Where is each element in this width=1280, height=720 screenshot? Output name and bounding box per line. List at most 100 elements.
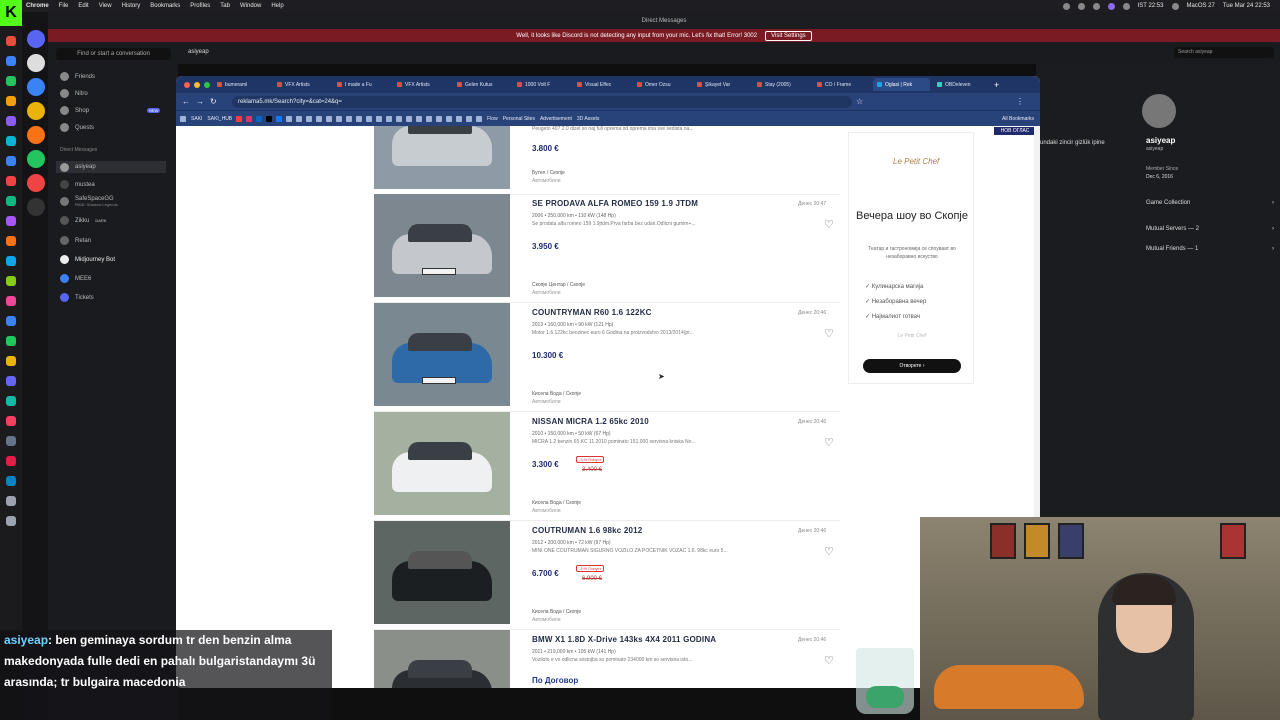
nav-quests[interactable]: Quests xyxy=(60,123,94,132)
menubar-item-edit[interactable]: Edit xyxy=(78,3,88,9)
listing-card[interactable]: COUNTRYMAN R60 1.6 122KC 2013 • 160,000 … xyxy=(374,303,840,412)
listing-card[interactable]: SE PRODAVA ALFA ROMEO 159 1.9 JTDM 2006 … xyxy=(374,194,840,303)
app-icon[interactable] xyxy=(6,356,16,366)
browser-tab[interactable]: CO / Frame xyxy=(813,78,870,91)
listing-card[interactable]: Peugeto 407 2.0 dizel so naj full oprema… xyxy=(374,126,1036,195)
dm-item-retan[interactable]: Retan xyxy=(60,236,91,245)
bookmark-icon[interactable] xyxy=(476,115,483,122)
browser-tab[interactable]: bumeraml xyxy=(213,78,270,91)
bookmark-facebook-icon[interactable] xyxy=(276,115,283,122)
app-icon[interactable] xyxy=(6,256,16,266)
browser-tab[interactable]: VFX Artists xyxy=(273,78,330,91)
menubar-app-name[interactable]: Chrome xyxy=(26,3,49,9)
listing-title[interactable]: COUTRUMAN 1.6 98kc 2012 xyxy=(532,526,642,535)
mutual-servers-row[interactable]: Mutual Servers — 2 › xyxy=(1146,226,1274,232)
app-icon[interactable] xyxy=(6,196,16,206)
browser-tab-active[interactable]: Oglasi | Rek xyxy=(873,78,930,91)
forward-icon[interactable]: → xyxy=(196,97,204,106)
dm-item-mustea[interactable]: mustea xyxy=(60,180,95,189)
menubar-item-help[interactable]: Help xyxy=(271,3,283,9)
app-icon[interactable] xyxy=(6,496,16,506)
app-icon[interactable] xyxy=(6,376,16,386)
bookmark-linkedin-icon[interactable] xyxy=(256,115,263,122)
find-conversation-input[interactable]: Find or start a conversation xyxy=(56,48,171,60)
app-icon[interactable] xyxy=(6,36,16,46)
visit-settings-button[interactable]: Visit Settings xyxy=(765,30,812,41)
discord-home-icon[interactable] xyxy=(27,30,45,48)
bookmark-saki[interactable]: SAKI xyxy=(191,116,202,122)
browser-tab[interactable]: 1000 Volt F xyxy=(513,78,570,91)
browser-tab[interactable]: Şikayet Var xyxy=(693,78,750,91)
bookmark-saki-hub[interactable]: SAKI_HUB xyxy=(207,116,232,122)
bookmark-icon[interactable] xyxy=(286,115,293,122)
app-icon[interactable] xyxy=(6,216,16,226)
server-icon[interactable] xyxy=(27,54,45,72)
listing-title[interactable]: NISSAN MICRA 1.2 65kc 2010 xyxy=(532,417,649,426)
bookmark-icon[interactable] xyxy=(436,115,443,122)
menubar-clock[interactable]: Tue Mar 24 22:53 xyxy=(1223,3,1270,9)
server-icon[interactable] xyxy=(27,102,45,120)
mutual-friends-row[interactable]: Mutual Friends — 1 › xyxy=(1146,246,1274,252)
status-icon[interactable] xyxy=(1092,2,1100,10)
favorite-heart-icon[interactable]: ♡ xyxy=(824,436,834,449)
browser-tab[interactable]: I made a Fu xyxy=(333,78,390,91)
app-icon[interactable] xyxy=(6,116,16,126)
chrome-menu-icon[interactable]: ⋮ xyxy=(1016,97,1024,106)
listing-title[interactable]: BMW X1 1.8D X-Drive 143ks 4X4 2011 GODIN… xyxy=(532,635,716,644)
back-icon[interactable]: ← xyxy=(182,97,190,106)
app-icon[interactable] xyxy=(6,276,16,286)
dm-item-midjourney[interactable]: Midjourney Bot xyxy=(60,255,115,264)
bookmark-youtube-icon[interactable] xyxy=(236,115,243,122)
menubar-item-history[interactable]: History xyxy=(122,3,141,9)
bookmark-advertisement[interactable]: Advertisement xyxy=(540,116,572,122)
favorite-heart-icon[interactable]: ♡ xyxy=(824,327,834,340)
app-icon[interactable] xyxy=(6,336,16,346)
server-icon[interactable] xyxy=(27,174,45,192)
wifi-icon[interactable] xyxy=(1171,2,1179,10)
listing-title[interactable]: COUNTRYMAN R60 1.6 122KC xyxy=(532,308,652,317)
browser-tab[interactable]: VFX Artists xyxy=(393,78,450,91)
menubar-item-file[interactable]: File xyxy=(59,3,69,9)
bookmark-icon[interactable] xyxy=(376,115,383,122)
bookmark-icon[interactable] xyxy=(326,115,333,122)
browser-tab[interactable]: Gelen Kutus xyxy=(453,78,510,91)
discord-status-icon[interactable] xyxy=(1107,2,1115,10)
dm-item-zikku[interactable]: Zikku DARK xyxy=(60,216,106,225)
listing-card[interactable]: COUTRUMAN 1.6 98kc 2012 2012 • 200,000 k… xyxy=(374,521,840,630)
app-icon[interactable] xyxy=(6,436,16,446)
status-icon[interactable] xyxy=(1077,2,1085,10)
app-icon[interactable] xyxy=(6,176,16,186)
bookmark-instagram-icon[interactable] xyxy=(246,115,253,122)
listing-photo[interactable] xyxy=(374,630,510,688)
app-icon[interactable] xyxy=(6,76,16,86)
bookmark-icon[interactable] xyxy=(386,115,393,122)
bookmark-icon[interactable] xyxy=(446,115,453,122)
sidebar-advertisement[interactable]: Le Petit Chef Вечера шоу во Скопје Теата… xyxy=(848,132,974,384)
status-icon[interactable] xyxy=(1122,2,1130,10)
menubar-item-window[interactable]: Window xyxy=(240,3,261,9)
app-icon[interactable] xyxy=(6,396,16,406)
server-icon[interactable] xyxy=(27,126,45,144)
listing-photo[interactable] xyxy=(374,126,510,189)
bookmark-icon[interactable] xyxy=(416,115,423,122)
favorite-heart-icon[interactable]: ♡ xyxy=(824,545,834,558)
status-icon[interactable] xyxy=(1062,2,1070,10)
bookmark-icon[interactable] xyxy=(336,115,343,122)
listing-photo[interactable] xyxy=(374,412,510,515)
menubar-item-profiles[interactable]: Profiles xyxy=(190,3,210,9)
dm-item-tickets[interactable]: Tickets xyxy=(60,293,94,302)
app-icon[interactable] xyxy=(6,156,16,166)
browser-tab[interactable]: Visual Effec xyxy=(573,78,630,91)
bookmark-icon[interactable] xyxy=(346,115,353,122)
menubar-item-view[interactable]: View xyxy=(99,3,112,9)
listing-card[interactable]: BMW X1 1.8D X-Drive 143ks 4X4 2011 GODIN… xyxy=(374,630,840,688)
bookmark-icon[interactable] xyxy=(356,115,363,122)
app-icon[interactable] xyxy=(6,476,16,486)
app-icon[interactable] xyxy=(6,136,16,146)
app-icon[interactable] xyxy=(6,236,16,246)
app-icon[interactable] xyxy=(6,516,16,526)
listing-photo[interactable] xyxy=(374,521,510,624)
nav-shop[interactable]: Shop NEW xyxy=(60,106,161,115)
nav-friends[interactable]: Friends xyxy=(60,72,95,81)
zoom-window-icon[interactable] xyxy=(204,81,210,88)
